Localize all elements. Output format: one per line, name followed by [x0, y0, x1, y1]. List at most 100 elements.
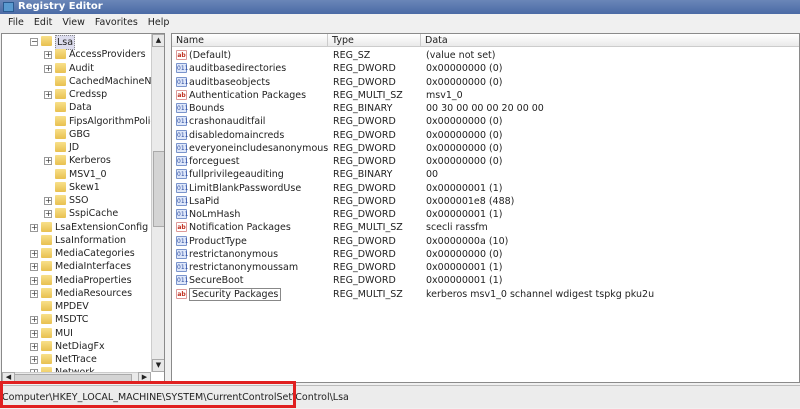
value-row[interactable]: 011 crashonauditfail REG_DWORD 0x0000000…	[172, 115, 799, 128]
value-row[interactable]: 011 ProductType REG_DWORD 0x0000000a (10…	[172, 235, 799, 248]
column-header-name[interactable]: Name	[172, 34, 328, 47]
value-type: REG_DWORD	[333, 182, 396, 194]
menu-favorites[interactable]: Favorites	[90, 17, 143, 28]
value-row[interactable]: 011 NoLmHash REG_DWORD 0x00000001 (1)	[172, 208, 799, 221]
expand-icon[interactable]: +	[44, 197, 52, 205]
value-data: 0x00000000 (0)	[426, 76, 503, 88]
tree-item[interactable]: Skew1	[2, 181, 151, 194]
menu-file[interactable]: File	[3, 17, 29, 28]
tree-item[interactable]: + AccessProviders	[2, 48, 151, 61]
expand-icon[interactable]: +	[30, 356, 38, 364]
tree-item[interactable]: Data	[2, 101, 151, 114]
tree-item[interactable]: + SspiCache	[2, 207, 151, 220]
tree-item[interactable]: + SSO	[2, 194, 151, 207]
value-row[interactable]: 011 restrictanonymoussam REG_DWORD 0x000…	[172, 261, 799, 274]
scroll-up-button[interactable]: ▲	[152, 34, 164, 47]
expand-icon[interactable]: +	[30, 329, 38, 338]
value-data: msv1_0	[426, 89, 463, 101]
value-row[interactable]: ab Notification Packages REG_MULTI_SZ sc…	[172, 221, 799, 234]
tree-item[interactable]: CachedMachineNames	[2, 75, 164, 88]
tree-item[interactable]: + MediaInterfaces	[2, 260, 151, 273]
value-row[interactable]: ab (Default) REG_SZ (value not set)	[172, 49, 799, 62]
tree-item[interactable]: + MediaProperties	[2, 274, 151, 287]
binary-value-icon: 011	[176, 156, 189, 166]
value-type: REG_DWORD	[333, 142, 396, 154]
expand-icon[interactable]: +	[30, 316, 38, 325]
folder-icon	[41, 248, 52, 258]
menu-edit[interactable]: Edit	[29, 17, 57, 28]
title-bar: Registry Editor	[0, 0, 800, 14]
value-data: kerberos msv1_0 schannel wdigest tspkg p…	[426, 288, 655, 300]
value-type: REG_MULTI_SZ	[333, 89, 403, 101]
folder-icon	[55, 102, 66, 113]
folder-icon	[55, 208, 66, 219]
tree-item[interactable]: + NetTrace	[2, 353, 151, 366]
scroll-down-button[interactable]: ▼	[152, 359, 164, 372]
tree-item[interactable]: MPDEV	[2, 300, 151, 313]
tree-item[interactable]: FipsAlgorithmPolicy	[2, 115, 161, 128]
value-type: REG_MULTI_SZ	[333, 222, 403, 234]
expand-icon[interactable]: +	[44, 91, 52, 99]
value-row[interactable]: 011 disabledomaincreds REG_DWORD 0x00000…	[172, 129, 799, 142]
registry-tree[interactable]: − Lsa + AccessProviders + Audit CachedMachineN…	[1, 33, 165, 383]
value-row[interactable]: ab Security Packages REG_MULTI_SZ kerber…	[172, 287, 799, 301]
value-row[interactable]: 011 SecureBoot REG_DWORD 0x00000001 (1)	[172, 274, 799, 287]
value-row[interactable]: 011 LsaPid REG_DWORD 0x000001e8 (488)	[172, 195, 799, 208]
value-row[interactable]: 011 everyoneincludesanonymous REG_DWORD …	[172, 142, 799, 155]
menu-view[interactable]: View	[57, 17, 90, 28]
value-name: NoLmHash	[189, 209, 241, 220]
expand-icon[interactable]: +	[44, 51, 52, 60]
expand-icon[interactable]: +	[30, 250, 38, 258]
column-header-type[interactable]: Type	[328, 34, 421, 47]
value-row[interactable]: 011 auditbasedirectories REG_DWORD 0x000…	[172, 62, 799, 75]
value-row[interactable]: 011 forceguest REG_DWORD 0x00000000 (0)	[172, 155, 799, 168]
tree-item[interactable]: + Audit	[2, 62, 151, 75]
collapse-icon[interactable]: −	[30, 38, 38, 46]
value-row[interactable]: 011 restrictanonymous REG_DWORD 0x000000…	[172, 248, 799, 261]
tree-item[interactable]: JD	[2, 141, 151, 154]
value-row[interactable]: 011 LimitBlankPasswordUse REG_DWORD 0x00…	[172, 182, 799, 195]
expand-icon[interactable]: +	[44, 64, 52, 73]
value-type: REG_DWORD	[333, 235, 396, 247]
expand-icon[interactable]: +	[30, 342, 38, 351]
tree-item[interactable]: + Kerberos	[2, 154, 151, 167]
tree-item[interactable]: + MUI	[2, 327, 151, 340]
value-row[interactable]: 011 auditbaseobjects REG_DWORD 0x0000000…	[172, 76, 799, 89]
tree-item[interactable]: + NetDiagFx	[2, 340, 151, 353]
values-list[interactable]: Name Type Data ab (Default) REG_SZ (valu…	[171, 33, 800, 383]
binary-value-icon: 011	[176, 182, 189, 193]
tree-item[interactable]: + Credssp	[2, 88, 151, 101]
binary-value-icon: 011	[176, 275, 189, 286]
expand-icon[interactable]: +	[44, 210, 52, 219]
tree-item[interactable]: − Lsa	[2, 35, 151, 50]
tree-vertical-scrollbar[interactable]: ▲ ▼	[151, 34, 164, 372]
binary-value-icon: 011	[176, 103, 189, 113]
column-header-data[interactable]: Data	[421, 34, 799, 47]
expand-icon[interactable]: +	[44, 157, 52, 166]
value-data: 0x00000001 (1)	[426, 209, 503, 220]
tree-item[interactable]: MSV1_0	[2, 168, 151, 181]
expand-icon[interactable]: +	[30, 223, 38, 232]
value-row[interactable]: ab Authentication Packages REG_MULTI_SZ …	[172, 89, 799, 102]
folder-icon	[55, 181, 66, 192]
value-row[interactable]: 011 Bounds REG_BINARY 00 30 00 00 00 20 …	[172, 102, 799, 115]
tree-item-label: FipsAlgorithmPolicy	[69, 115, 162, 127]
value-data: 0x00000001 (1)	[426, 275, 503, 287]
menu-help[interactable]: Help	[143, 17, 175, 28]
value-name: ProductType	[189, 235, 247, 247]
expand-icon[interactable]: +	[30, 263, 38, 272]
value-name: forceguest	[189, 156, 240, 167]
tree-item[interactable]: + MediaResources	[2, 287, 151, 300]
folder-icon	[55, 89, 66, 99]
scroll-thumb[interactable]	[153, 151, 164, 227]
tree-item[interactable]: + MediaCategories	[2, 247, 151, 260]
tree-item[interactable]: + LsaExtensionConfig	[2, 221, 151, 234]
binary-value-icon: 011	[176, 262, 189, 272]
expand-icon[interactable]: +	[30, 289, 38, 298]
tree-item[interactable]: GBG	[2, 128, 151, 141]
expand-icon[interactable]: +	[30, 276, 38, 285]
tree-item[interactable]: LsaInformation	[2, 234, 151, 247]
value-row[interactable]: 011 fullprivilegeauditing REG_BINARY 00	[172, 168, 799, 181]
value-data: 0x00000000 (0)	[426, 129, 503, 141]
tree-item[interactable]: + MSDTC	[2, 313, 151, 326]
